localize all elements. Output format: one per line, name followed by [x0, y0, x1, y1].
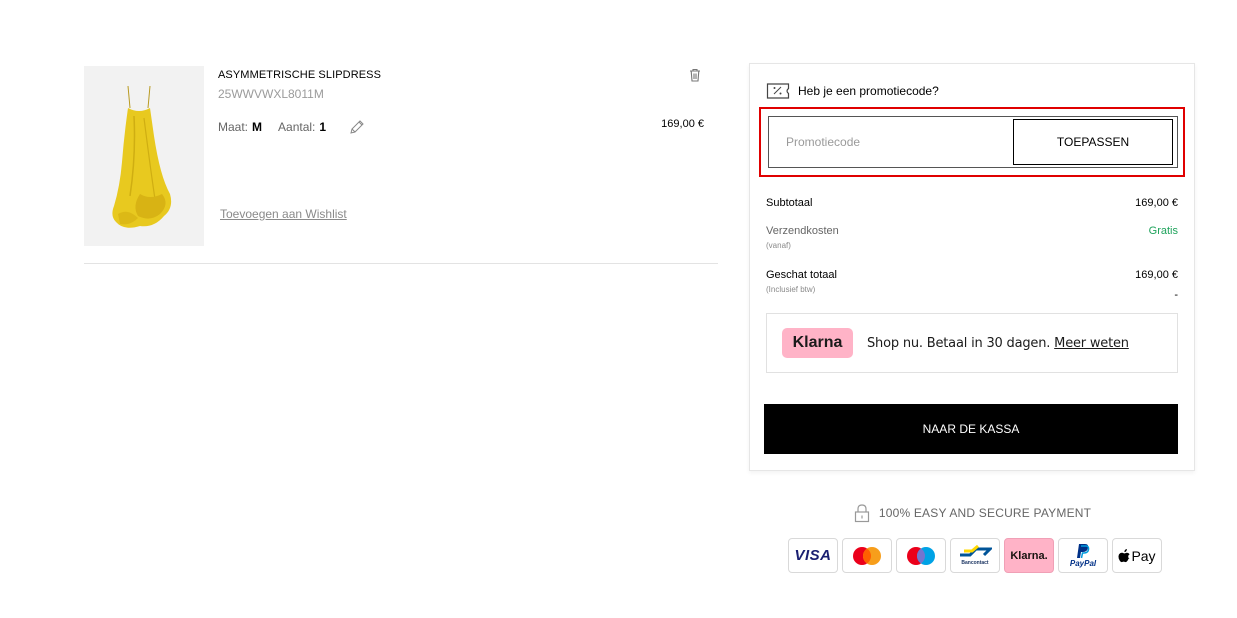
promo-code-input[interactable] — [769, 117, 1015, 167]
vat-row: - — [766, 289, 1178, 301]
secure-payment-note: 100% EASY AND SECURE PAYMENT — [749, 503, 1195, 523]
cart-item: ASYMMETRISCHE SLIPDRESS 25WWVWXL8011M Ma… — [84, 66, 718, 264]
mastercard-logo — [842, 538, 892, 573]
subtotal-label: Subtotaal — [766, 197, 813, 209]
vat-value: - — [1174, 289, 1178, 301]
subtotal-row: Subtotaal 169,00 € — [766, 197, 1178, 209]
product-name[interactable]: ASYMMETRISCHE SLIPDRESS — [218, 69, 381, 81]
klarna-learn-more-link[interactable]: Meer weten — [1054, 336, 1129, 351]
klarna-message: Shop nu. Betaal in 30 dagen. Meer weten — [867, 336, 1129, 351]
shipping-value: Gratis — [1148, 225, 1178, 237]
product-image[interactable] — [84, 66, 204, 246]
shipping-label: Verzendkosten — [766, 225, 839, 237]
klarna-banner: Klarna Shop nu. Betaal in 30 dagen. Meer … — [766, 313, 1178, 373]
paypal-logo: PayPal — [1058, 538, 1108, 573]
total-label: Geschat totaal — [766, 269, 837, 281]
apply-promo-button[interactable]: TOEPASSEN — [1013, 119, 1173, 165]
checkout-button[interactable]: NAAR DE KASSA — [764, 404, 1178, 454]
promo-heading[interactable]: Heb je een promotiecode? — [766, 82, 939, 100]
product-meta: Maat: M Aantal: 1 — [218, 118, 366, 136]
product-price: 169,00 € — [661, 118, 704, 130]
size-value: M — [252, 120, 263, 134]
klarna-payment-logo: Klarna. — [1004, 538, 1054, 573]
paypal-label: PayPal — [1069, 559, 1097, 568]
bancontact-label: Bancontact — [961, 560, 989, 566]
klarna-text: Shop nu. Betaal in 30 dagen. — [867, 335, 1051, 351]
secure-payment-text: 100% EASY AND SECURE PAYMENT — [878, 506, 1092, 520]
shipping-sublabel: (vanaf) — [766, 241, 791, 250]
payment-methods: VISA Bancontact Klarna. PayPal Pay — [788, 538, 1162, 573]
order-summary-panel: Heb je een promotiecode? TOEPASSEN Subto… — [749, 63, 1195, 471]
bancontact-logo: Bancontact — [950, 538, 1000, 573]
shipping-row: Verzendkosten Gratis (vanaf) — [766, 225, 1178, 250]
promo-form: TOEPASSEN — [768, 116, 1178, 168]
subtotal-value: 169,00 € — [1135, 197, 1178, 209]
total-value: 169,00 € — [1135, 269, 1178, 281]
pencil-icon[interactable] — [348, 118, 366, 136]
apple-pay-label: Pay — [1131, 547, 1156, 564]
total-row: Geschat totaal 169,00 € (Inclusief btw) — [766, 269, 1178, 294]
promo-heading-text: Heb je een promotiecode? — [798, 84, 939, 98]
klarna-logo: Klarna — [782, 328, 853, 358]
ticket-icon — [766, 82, 790, 100]
trash-icon[interactable] — [687, 67, 703, 83]
product-reference: 25WWVWXL8011M — [218, 87, 324, 101]
quantity-label: Aantal: — [278, 120, 316, 134]
quantity-value: 1 — [319, 120, 327, 134]
maestro-logo — [896, 538, 946, 573]
size-label: Maat: — [218, 120, 249, 134]
promo-highlight-frame: TOEPASSEN — [759, 107, 1185, 177]
visa-logo: VISA — [788, 538, 838, 573]
visa-label: VISA — [794, 547, 832, 564]
add-to-wishlist-link[interactable]: Toevoegen aan Wishlist — [220, 207, 347, 221]
dress-image — [84, 66, 204, 246]
apple-pay-logo: Pay — [1112, 538, 1162, 573]
lock-icon — [853, 503, 871, 523]
klarna-payment-label: Klarna. — [1010, 549, 1048, 562]
